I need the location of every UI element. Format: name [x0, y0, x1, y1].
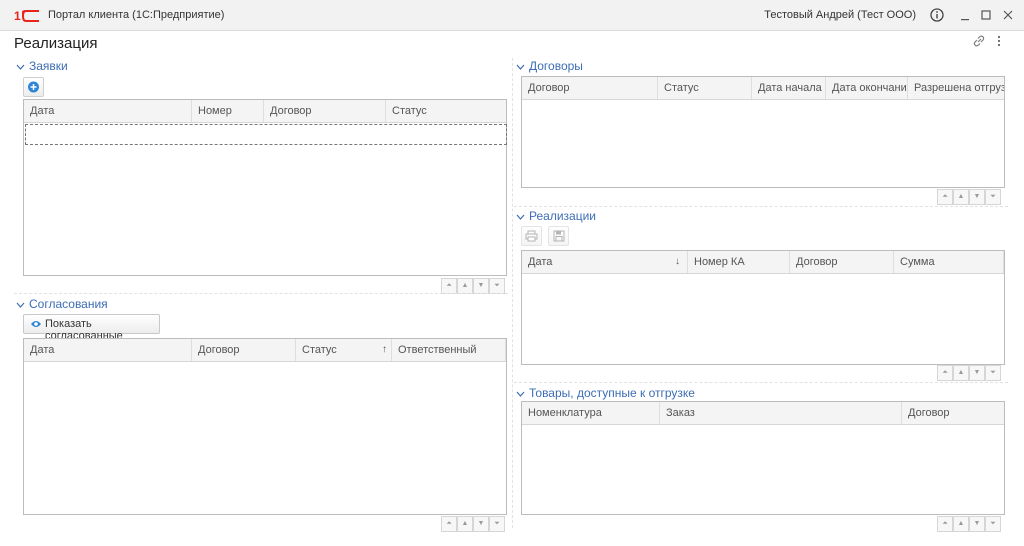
column-header[interactable]: Дата	[522, 251, 688, 273]
print-button[interactable]	[521, 226, 542, 246]
scroll-down-icon[interactable]: ▼	[969, 189, 985, 205]
scroll-down-icon[interactable]: ▼	[473, 516, 489, 532]
column-header[interactable]: Договор	[522, 77, 658, 99]
current-user[interactable]: Тестовый Андрей (Тест ООО)	[764, 9, 916, 21]
scroll-up-icon[interactable]: ▲	[457, 278, 473, 294]
sales-scroll-controls: ⏶ ▲ ▼ ⏷	[937, 365, 1007, 383]
scroll-up-icon[interactable]: ▲	[953, 189, 969, 205]
column-header[interactable]: Статус	[386, 100, 506, 122]
approvals-scroll-controls: ⏶ ▲ ▼ ⏷	[441, 516, 511, 534]
approvals-table-header: Дата Договор Статус Ответственный ↑	[24, 339, 506, 362]
column-header[interactable]: Статус	[658, 77, 752, 99]
column-header[interactable]: Договор	[790, 251, 894, 273]
sort-ascending-icon: ↑	[382, 344, 387, 355]
show-approved-button[interactable]: Показать согласованные	[23, 314, 160, 342]
approvals-section-toggle[interactable]: Согласования	[16, 297, 108, 311]
column-header[interactable]: Дата	[24, 339, 192, 361]
column-header[interactable]: Заказ	[660, 402, 902, 424]
chevron-down-icon	[516, 389, 525, 400]
requests-table-header: Дата Номер Договор Статус	[24, 100, 506, 123]
column-header[interactable]: Разрешена отгрузка	[908, 77, 1004, 99]
scroll-bottom-icon[interactable]: ⏷	[985, 516, 1001, 532]
section-divider	[514, 382, 1008, 383]
window-titlebar: 1 Портал клиента (1С:Предприятие) Тестов…	[0, 0, 1024, 31]
column-header[interactable]: Номер КА	[688, 251, 790, 273]
1c-logo: 1	[14, 9, 39, 23]
column-header[interactable]: Договор	[192, 339, 296, 361]
column-header[interactable]: Статус	[296, 339, 392, 361]
minimize-icon[interactable]	[956, 6, 974, 24]
scroll-up-icon[interactable]: ▲	[953, 365, 969, 381]
more-vertical-icon[interactable]	[996, 34, 1002, 51]
scroll-bottom-icon[interactable]: ⏷	[985, 365, 1001, 381]
app-title: Портал клиента (1С:Предприятие)	[48, 9, 225, 21]
section-divider	[514, 206, 1008, 207]
sales-section-title: Реализации	[529, 209, 596, 223]
focused-empty-row[interactable]	[25, 124, 507, 145]
contracts-table-header: Договор Статус Дата начала Дата окончани…	[522, 77, 1004, 100]
chevron-down-icon	[16, 62, 25, 73]
scroll-bottom-icon[interactable]: ⏷	[489, 278, 505, 294]
requests-section-title: Заявки	[29, 59, 68, 73]
scroll-down-icon[interactable]: ▼	[473, 278, 489, 294]
scroll-up-icon[interactable]: ▲	[953, 516, 969, 532]
page-title: Реализация	[14, 35, 98, 52]
scroll-top-icon[interactable]: ⏶	[937, 516, 953, 532]
info-icon[interactable]	[928, 6, 946, 24]
scroll-down-icon[interactable]: ▼	[969, 516, 985, 532]
column-header[interactable]: Дата	[24, 100, 192, 122]
scroll-top-icon[interactable]: ⏶	[441, 278, 457, 294]
add-request-button[interactable]	[23, 77, 44, 97]
goods-table-header: Номенклатура Заказ Договор	[522, 402, 1004, 425]
column-header[interactable]: Дата окончания	[826, 77, 908, 99]
sales-section-toggle[interactable]: Реализации	[516, 209, 596, 223]
goods-scroll-controls: ⏶ ▲ ▼ ⏷	[937, 516, 1007, 534]
column-header[interactable]: Дата начала	[752, 77, 826, 99]
sort-descending-icon: ↓	[675, 256, 680, 267]
scroll-bottom-icon[interactable]: ⏷	[985, 189, 1001, 205]
chevron-down-icon	[516, 212, 525, 223]
print-icon	[525, 230, 538, 242]
save-button[interactable]	[548, 226, 569, 246]
requests-table[interactable]: Дата Номер Договор Статус	[23, 99, 507, 276]
column-header[interactable]: Сумма	[894, 251, 1004, 273]
scroll-bottom-icon[interactable]: ⏷	[489, 516, 505, 532]
section-divider	[14, 293, 508, 294]
sales-table[interactable]: Дата Номер КА Договор Сумма ↓	[521, 250, 1005, 365]
eye-icon	[31, 321, 41, 327]
column-header[interactable]: Договор	[902, 402, 1004, 424]
link-icon[interactable]	[972, 34, 986, 51]
save-icon	[553, 230, 565, 242]
plus-circle-icon	[28, 81, 39, 93]
contracts-section-title: Договоры	[529, 59, 583, 73]
maximize-icon[interactable]	[977, 6, 995, 24]
scroll-top-icon[interactable]: ⏶	[937, 189, 953, 205]
scroll-down-icon[interactable]: ▼	[969, 365, 985, 381]
column-header[interactable]: Номенклатура	[522, 402, 660, 424]
goods-section-toggle[interactable]: Товары, доступные к отгрузке	[516, 386, 695, 400]
column-header[interactable]: Договор	[264, 100, 386, 122]
column-header[interactable]: Номер	[192, 100, 264, 122]
approvals-table[interactable]: Дата Договор Статус Ответственный ↑	[23, 338, 507, 515]
chevron-down-icon	[16, 300, 25, 311]
contracts-section-toggle[interactable]: Договоры	[516, 59, 583, 73]
scroll-up-icon[interactable]: ▲	[457, 516, 473, 532]
column-header[interactable]: Ответственный	[392, 339, 506, 361]
svg-text:1: 1	[14, 9, 21, 23]
scroll-top-icon[interactable]: ⏶	[937, 365, 953, 381]
close-icon[interactable]	[999, 6, 1017, 24]
goods-table[interactable]: Номенклатура Заказ Договор	[521, 401, 1005, 515]
chevron-down-icon	[516, 62, 525, 73]
sales-table-header: Дата Номер КА Договор Сумма ↓	[522, 251, 1004, 274]
scroll-top-icon[interactable]: ⏶	[441, 516, 457, 532]
contracts-scroll-controls: ⏶ ▲ ▼ ⏷	[937, 189, 1007, 207]
approvals-section-title: Согласования	[29, 297, 108, 311]
goods-section-title: Товары, доступные к отгрузке	[529, 386, 695, 400]
column-divider	[512, 58, 513, 528]
requests-section-toggle[interactable]: Заявки	[16, 59, 68, 73]
contracts-table[interactable]: Договор Статус Дата начала Дата окончани…	[521, 76, 1005, 188]
